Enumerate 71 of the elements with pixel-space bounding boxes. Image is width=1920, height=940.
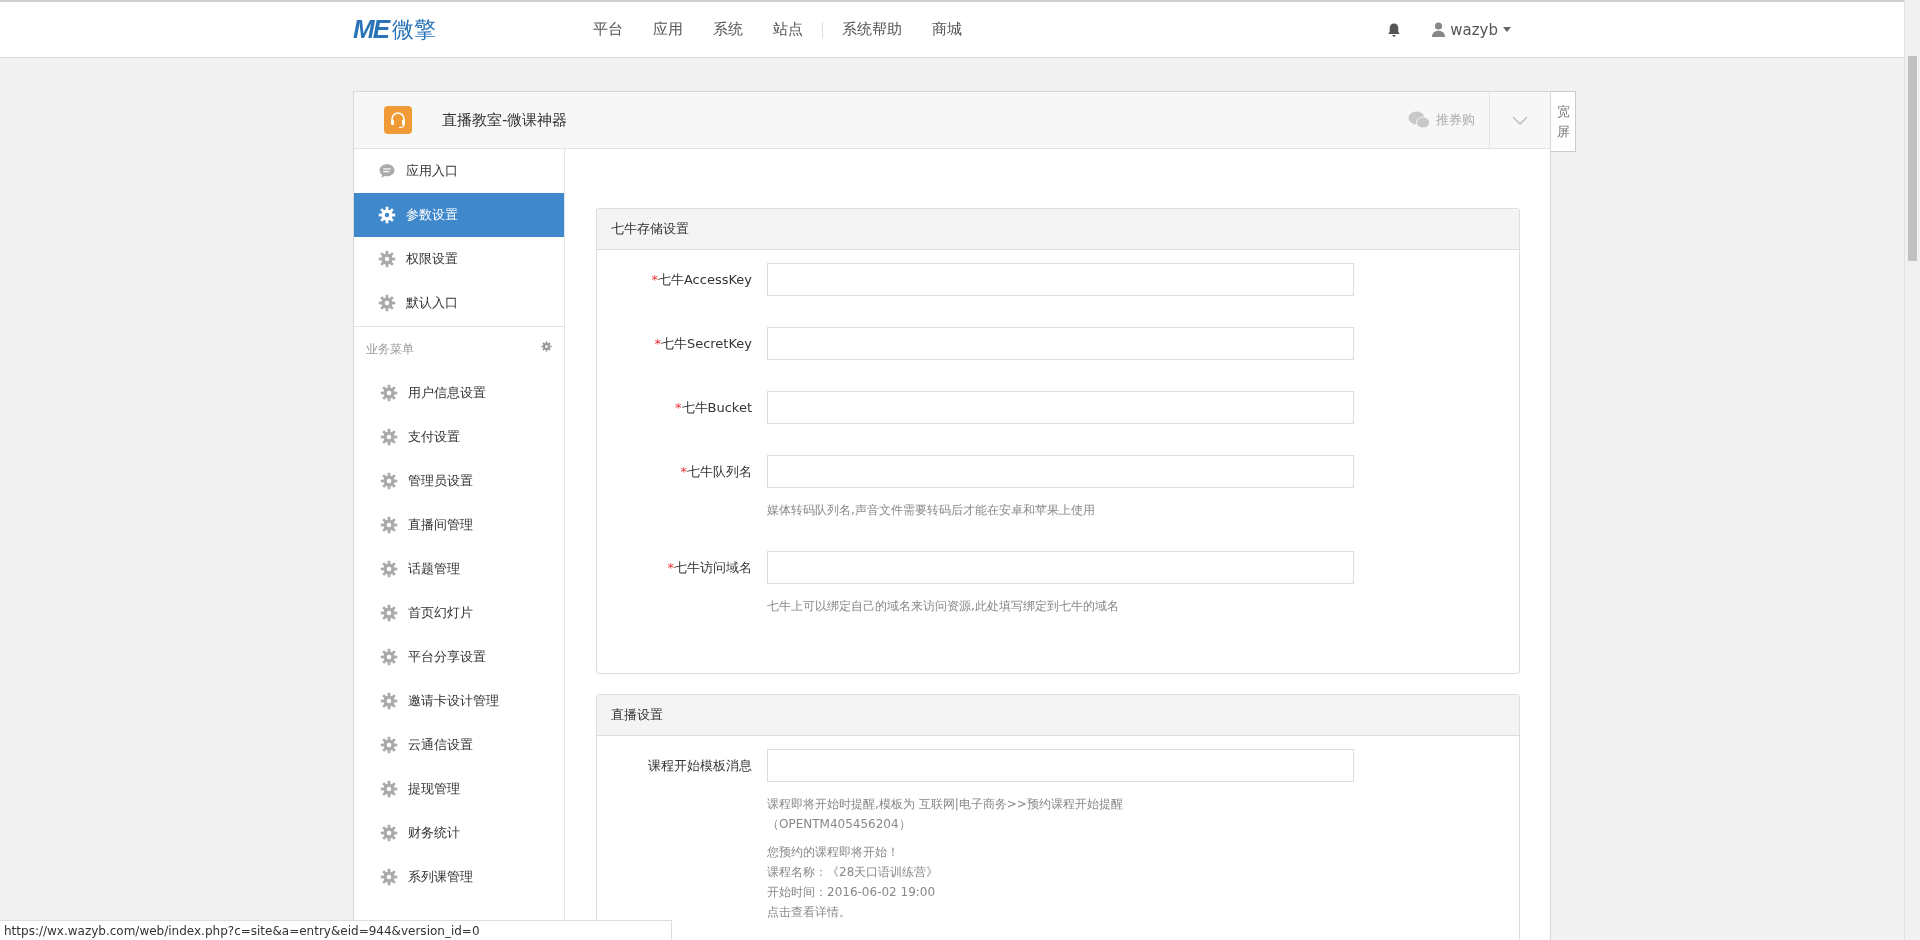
sidebar-item[interactable]: 参数设置 (354, 193, 564, 237)
input-field[interactable] (767, 391, 1354, 424)
input-field[interactable] (767, 551, 1354, 584)
sidebar-item[interactable]: 云通信设置 (354, 723, 564, 767)
gear-icon (380, 736, 398, 754)
field-label: *七牛队列名 (679, 463, 753, 481)
field-label: *七牛访问域名 (666, 559, 753, 577)
chevron-down-icon (1512, 115, 1528, 125)
field-label: 课程开始模板消息 (647, 757, 753, 775)
sidebar-item[interactable]: 支付设置 (354, 415, 564, 459)
nav-link[interactable]: 平台 (578, 20, 638, 39)
chat-bubble-icon (378, 162, 396, 180)
logo-text[interactable]: 微擎 (392, 14, 436, 45)
nav-link[interactable]: 应用 (638, 20, 698, 39)
nav-link[interactable]: 系统帮助 (827, 20, 917, 39)
gear-icon (380, 428, 398, 446)
gear-icon (380, 780, 398, 798)
input-field[interactable] (767, 455, 1354, 488)
wide-screen-toggle[interactable]: 宽屏 (1551, 91, 1576, 152)
sidebar-item[interactable]: 默认入口 (354, 281, 564, 325)
help-text: 媒体转码队列名,声音文件需要转码后才能在安卓和苹果上使用 (767, 502, 1096, 519)
caret-icon (1503, 27, 1511, 32)
gear-icon[interactable] (541, 340, 552, 352)
sidebar-item[interactable]: 话题管理 (354, 547, 564, 591)
help-text: 七牛上可以绑定自己的域名来访问资源,此处填写绑定到七牛的域名 (767, 598, 1120, 615)
nav-link[interactable]: 站点 (758, 20, 818, 39)
gear-icon (378, 250, 396, 268)
gear-icon (380, 516, 398, 534)
scrollbar[interactable] (1904, 0, 1920, 940)
scrollbar-thumb[interactable] (1908, 56, 1917, 261)
help-text: 您预约的课程即将开始！ 课程名称：《28天口语训练营》 开始时间：2016-06-02 19:00 点击查看详情。 (767, 844, 940, 921)
gear-icon (380, 384, 398, 402)
sidebar-item[interactable]: 直播间管理 (354, 503, 564, 547)
nav-link[interactable]: 商城 (917, 20, 977, 39)
nav-link[interactable]: 系统 (698, 20, 758, 39)
sidebar-item[interactable]: 系列课管理 (354, 855, 564, 899)
gear-icon (380, 868, 398, 886)
user-menu[interactable]: wazyb (1432, 20, 1511, 39)
gear-icon (380, 824, 398, 842)
headset-icon (384, 106, 412, 134)
sidebar-item[interactable]: 管理员设置 (354, 459, 564, 503)
field-label: *七牛SecretKey (653, 335, 753, 353)
sidebar-item[interactable]: 提现管理 (354, 767, 564, 811)
user-icon (1432, 22, 1446, 37)
sidebar-item[interactable]: 用户信息设置 (354, 371, 564, 415)
gear-icon (380, 472, 398, 490)
input-field[interactable] (767, 327, 1354, 360)
field-label: *七牛Bucket (674, 399, 753, 417)
gear-icon (380, 604, 398, 622)
panel-title: 七牛存储设置 (597, 209, 1519, 250)
sidebar-item[interactable]: 财务统计 (354, 811, 564, 855)
status-bar-url: https://wx.wazyb.com/web/index.php?c=site&a=entry&eid=944&version_id=0 (0, 920, 672, 940)
field-label: *七牛AccessKey (650, 271, 753, 289)
sidebar-item[interactable]: 首页幻灯片 (354, 591, 564, 635)
sidebar-item[interactable]: 应用入口 (354, 149, 564, 193)
help-text: 课程即将开始时提醒,模板为 互联网|电子商务>>预约课程开始提醒 （OPENTM405456204） (767, 796, 1124, 833)
panel-title: 直播设置 (597, 695, 1519, 736)
module-title: 直播教室-微课神器 (442, 110, 569, 130)
gear-icon (378, 294, 396, 312)
input-field[interactable] (767, 263, 1354, 296)
sidebar-item[interactable]: 权限设置 (354, 237, 564, 281)
wechat-icon (1408, 111, 1430, 129)
input-field[interactable] (767, 749, 1354, 782)
gear-icon (380, 648, 398, 666)
sidebar-item[interactable]: 平台分享设置 (354, 635, 564, 679)
logo-mark[interactable]: ME (353, 14, 388, 45)
sidebar-item[interactable]: 邀请卡设计管理 (354, 679, 564, 723)
gear-icon (378, 206, 396, 224)
menu-group-title: 业务菜单 (366, 340, 414, 358)
gear-icon (380, 560, 398, 578)
gear-icon (380, 692, 398, 710)
